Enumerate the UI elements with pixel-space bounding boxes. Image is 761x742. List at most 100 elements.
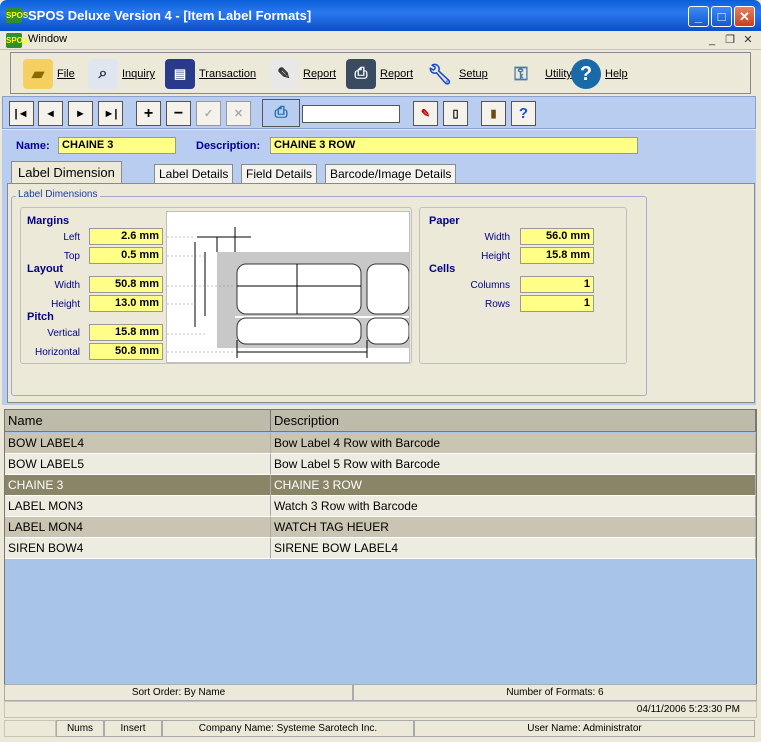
cell-name: BOW LABEL5: [5, 454, 271, 475]
printer-icon: ⎙: [346, 59, 376, 89]
last-record-button[interactable]: ►|: [98, 101, 123, 126]
paper-width-label: Width: [484, 232, 510, 243]
toolbar-inquiry[interactable]: ⌕ Inquiry: [88, 57, 155, 91]
tab-label-dimension[interactable]: Label Dimension: [11, 161, 122, 183]
mdi-app-icon[interactable]: SPOS: [6, 33, 28, 48]
cell-name: BOW LABEL4: [5, 433, 271, 454]
cells-rows-field[interactable]: 1: [520, 295, 594, 312]
name-label: Name:: [16, 140, 50, 152]
title-bar[interactable]: SPOS SPOS Deluxe Version 4 - [Item Label…: [0, 0, 761, 31]
toolbar-transaction-label: Transaction: [199, 68, 257, 80]
wrench-icon: 🔧︎: [427, 63, 453, 86]
help-button[interactable]: ?: [511, 101, 536, 126]
first-record-button[interactable]: |◄: [9, 101, 34, 126]
close-button[interactable]: ✕: [734, 6, 755, 27]
toolbar-help[interactable]: ? Help: [571, 57, 628, 91]
margin-left-field[interactable]: 2.6 mm: [89, 228, 163, 245]
cell-description: Bow Label 5 Row with Barcode: [271, 454, 756, 475]
confirm-button[interactable]: ✓: [196, 101, 221, 126]
column-header-description[interactable]: Description: [271, 410, 756, 432]
prev-record-button[interactable]: ◄: [38, 101, 63, 126]
toolbar-file-label: File: [57, 68, 75, 80]
status-bar: Sort Order: By Name Number of Formats: 6: [4, 684, 757, 701]
table-row[interactable]: LABEL MON3 Watch 3 Row with Barcode: [5, 496, 756, 517]
toolbar-help-label: Help: [605, 68, 628, 80]
description-label: Description:: [196, 140, 261, 152]
toolbar-report-1[interactable]: ✎ Report: [269, 57, 336, 91]
toolbar-inquiry-label: Inquiry: [122, 68, 156, 80]
toolbar-utility-label: Utility: [545, 68, 572, 80]
table-row[interactable]: BOW LABEL5 Bow Label 5 Row with Barcode: [5, 454, 756, 475]
eraser-icon: ✎: [420, 108, 431, 120]
add-record-button[interactable]: +: [136, 101, 161, 126]
table-row[interactable]: BOW LABEL4 Bow Label 4 Row with Barcode: [5, 433, 756, 454]
tab-field-details[interactable]: Field Details: [241, 164, 318, 183]
company-status: Company Name: Systeme Sarotech Inc.: [162, 720, 414, 737]
app-icon: SPOS: [6, 8, 28, 23]
tab-label-details[interactable]: Label Details: [154, 164, 234, 183]
name-field[interactable]: CHAINE 3: [58, 137, 176, 154]
margin-top-field[interactable]: 0.5 mm: [89, 247, 163, 264]
cell-description: WATCH TAG HEUER: [271, 517, 756, 538]
margin-left-label: Left: [63, 232, 80, 243]
cells-columns-label: Columns: [470, 280, 510, 291]
toolbar-setup-label: Setup: [459, 68, 488, 80]
paper-width-field[interactable]: 56.0 mm: [520, 228, 594, 245]
toolbar-transaction[interactable]: ▤ Transaction: [165, 57, 256, 91]
window-title: SPOS Deluxe Version 4 - [Item Label Form…: [28, 8, 312, 23]
pitch-vertical-field[interactable]: 15.8 mm: [89, 324, 163, 341]
date-bar: 04/11/2006 5:23:30 PM: [4, 701, 757, 720]
table-row[interactable]: SIREN BOW4 SIRENE BOW LABEL4: [5, 538, 756, 559]
cell-name: SIREN BOW4: [5, 538, 271, 559]
mdi-restore-button[interactable]: ❐: [722, 33, 738, 47]
blank-page-icon: ▯: [452, 108, 459, 120]
margins-title: Margins: [27, 215, 70, 227]
cells-columns-field[interactable]: 1: [520, 276, 594, 293]
paper-height-field[interactable]: 15.8 mm: [520, 247, 594, 264]
cell-name: LABEL MON3: [5, 496, 271, 517]
toolbar-report-2-label: Report: [380, 68, 414, 80]
document-icon: ▤: [165, 59, 195, 89]
new-document-button[interactable]: ▯: [443, 101, 468, 126]
table-row[interactable]: LABEL MON4 WATCH TAG HEUER: [5, 517, 756, 538]
printer-icon: ⎙: [274, 104, 288, 121]
cell-description: SIRENE BOW LABEL4: [271, 538, 756, 559]
toolbar-report-2[interactable]: ⎙ Report: [346, 57, 413, 91]
print-preview-button[interactable]: ⎙: [262, 99, 300, 127]
user-status: User Name: Administrator: [414, 720, 755, 737]
toolbar-file[interactable]: ▰ File: [23, 57, 75, 91]
pitch-horizontal-field[interactable]: 50.8 mm: [89, 343, 163, 360]
toolbar-setup[interactable]: 🔧︎ Setup: [425, 57, 488, 91]
column-header-name[interactable]: Name: [5, 410, 271, 432]
tab-barcode-image-details[interactable]: Barcode/Image Details: [325, 164, 457, 183]
maximize-button[interactable]: □: [711, 6, 732, 27]
remove-record-button[interactable]: −: [166, 101, 191, 126]
record-search-input[interactable]: [302, 105, 400, 123]
description-field[interactable]: CHAINE 3 ROW: [270, 137, 638, 154]
cell-name: LABEL MON4: [5, 517, 271, 538]
eraser-button[interactable]: ✎: [413, 101, 438, 126]
main-toolbar: ▰ File ⌕ Inquiry ▤ Transaction ✎ Report …: [10, 52, 751, 94]
cell-name: CHAINE 3: [5, 475, 271, 496]
layout-height-field[interactable]: 13.0 mm: [89, 295, 163, 312]
cancel-button[interactable]: ✕: [226, 101, 251, 126]
mdi-minimize-button[interactable]: _: [704, 33, 720, 47]
cells-rows-label: Rows: [484, 299, 510, 310]
minimize-button[interactable]: _: [688, 6, 709, 27]
pitch-horizontal-label: Horizontal: [34, 347, 80, 358]
folder-icon: ▰: [23, 59, 53, 89]
next-record-button[interactable]: ►: [68, 101, 93, 126]
layout-width-field[interactable]: 50.8 mm: [89, 276, 163, 293]
sort-order-status: Sort Order: By Name: [4, 684, 353, 701]
label-dimensions-group-title: Label Dimensions: [16, 189, 100, 200]
nums-status: Nums: [56, 720, 104, 737]
menu-window[interactable]: Window: [28, 33, 67, 45]
toolbar-report-1-label: Report: [303, 68, 337, 80]
pitch-title: Pitch: [27, 311, 54, 323]
label-dimension-diagram: [166, 211, 410, 363]
paper-height-label: Height: [481, 251, 510, 262]
toolbar-utility[interactable]: ⚿ Utility: [501, 57, 572, 91]
exit-door-button[interactable]: ▮: [481, 101, 506, 126]
table-row[interactable]: CHAINE 3 CHAINE 3 ROW: [5, 475, 756, 496]
mdi-close-button[interactable]: ✕: [740, 33, 756, 47]
